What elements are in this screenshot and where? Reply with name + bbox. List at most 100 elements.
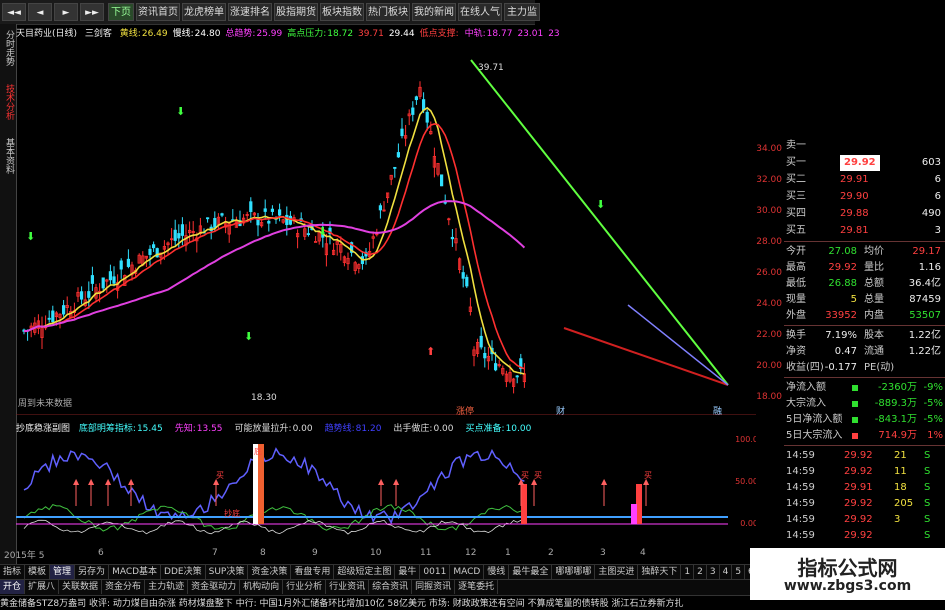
date-tick: 11 [420,548,432,558]
header-item-value: 29.44 [388,29,415,39]
quote-row: 外盘 33952 内盘 53507 [784,308,945,324]
date-tick: 4 [640,548,646,558]
quote-label: PE(动) [864,362,895,373]
candle-body [479,335,483,348]
indicator-tab-19[interactable]: 2 [694,565,707,579]
info-tab-4[interactable]: 主力轨迹 [145,580,189,594]
info-tab-5[interactable]: 资金驱动力 [188,580,241,594]
support-trendline [563,327,729,386]
date-tick: 1 [505,548,511,558]
indicator-tab-1[interactable]: 模板 [25,565,51,579]
indicator-tick: 0.00 [740,519,756,528]
indicator-tab-5[interactable]: DDE决策 [161,565,206,579]
price-tick: 24.00 [756,299,782,309]
order-qty: 6 [934,191,941,202]
nav-button-1[interactable]: ◄ [28,3,52,21]
fund-flow-row: 5日大宗流入 714.9万 1% [784,428,945,444]
buy-arrow-icon: ⬇ [318,225,327,238]
main-candlestick-chart[interactable]: 39.71 18.30 周到未来数据涨停 财 融 ⬇ ⬇ ⬇ ⬇ ⬇ ⬆ [16,40,756,415]
tab-fundamentals[interactable]: 基本资料 [1,138,14,174]
order-level-label: 卖一 [786,140,806,151]
nav-button-2[interactable]: ► [54,3,78,21]
trade-side: S [924,498,931,509]
moving-average-line [23,200,526,333]
up-arrow-icon: ▲ [643,477,650,486]
indicator-tab-16[interactable]: 主图买进 [595,565,639,579]
indicator-tab-11[interactable]: 0011 [420,565,451,579]
info-tab-0[interactable]: 开仓 [0,580,26,594]
toolbar-button-1[interactable]: 资讯首页 [136,3,180,21]
indicator-tab-13[interactable]: 慢线 [484,565,510,579]
divider [784,325,945,326]
indicator-tab-14[interactable]: 最牛最全 [509,565,553,579]
fund-flow-row: 大宗流入 -889.3万 -5% [784,396,945,412]
date-axis: 2015年 5 6 7 8 9 10 11 12 1 2 3 4 [0,548,740,561]
buy-arrow-icon: ⬇ [176,105,185,118]
header-item-value: 23 [548,29,560,39]
quote-label: 今开 [786,246,806,257]
indicator-tab-6[interactable]: SUP决策 [206,565,249,579]
indicator-item-label: 可能放量拉升: [234,424,292,434]
indicator-tab-2[interactable]: 管理 [50,565,76,579]
toolbar-button-8[interactable]: 在线人气 [458,3,502,21]
info-tab-10[interactable]: 同握资讯 [412,580,456,594]
toolbar-button-6[interactable]: 热门板块 [366,3,410,21]
info-tab-1[interactable]: 扩展八 [25,580,60,594]
info-tab-3[interactable]: 资金分布 [102,580,146,594]
indicator-tab-8[interactable]: 看盘专用 [291,565,335,579]
indicator-item-3: 趋势线:81.20 [325,424,388,434]
indicator-item-label: 趋势线: [324,424,355,434]
indicator-header: 抄底稳涨副图 底部明筹指标:15.45 先知:13.55 可能放量拉升:0.00 趋势… [16,421,756,435]
order-qty: 6 [934,174,941,185]
indicator-tab-12[interactable]: MACD [450,565,485,579]
indicator-tab-22[interactable]: 5 [732,565,746,579]
toolbar-button-7[interactable]: 我的新闻 [412,3,456,21]
indicator-tab-0[interactable]: 指标 [0,565,26,579]
indicator-tab-4[interactable]: MACD基本 [109,565,162,579]
toolbar-button-5[interactable]: 板块指数 [320,3,364,21]
price-tick: 34.00 [756,144,782,154]
indicator-tab-10[interactable]: 最牛 [395,565,421,579]
tab-technical-analysis[interactable]: 技术分析 [1,84,14,120]
header-item-label: 黄线: [119,29,141,39]
header-item-value: 26.49 [141,29,168,39]
quote-label: 量比 [864,262,884,273]
trade-qty: 11 [894,466,907,477]
up-arrow-icon: ▲ [531,477,538,486]
info-tab-9[interactable]: 综合资讯 [369,580,413,594]
tab-intraday[interactable]: 分时走势 [1,30,14,66]
order-book-row: 买一 29.92 603 [784,155,945,171]
info-tab-7[interactable]: 行业分析 [283,580,327,594]
indicator-tab-3[interactable]: 另存为 [75,565,110,579]
indicator-item-4: 出手做庄:0.00 [393,424,459,434]
indicator-tab-21[interactable]: 4 [720,565,733,579]
toolbar-button-4[interactable]: 股指期货 [274,3,318,21]
date-tick: 8 [260,548,266,558]
price-tick: 32.00 [756,175,782,185]
candle-body [249,201,253,213]
indicator-chart[interactable]: 底买抄底买买买▲ ▲ ▲ ▲ ▲ ▲ ▲ ▲ ▲ ▲ ▲100.050.000.00 [16,436,756,546]
indicator-tab-20[interactable]: 3 [707,565,720,579]
info-tab-11[interactable]: 逐笔委托 [455,580,499,594]
indicator-tab-15[interactable]: 哪哪哪哪 [552,565,596,579]
indicator-tab-9[interactable]: 超级短定主图 [334,565,396,579]
price-tick: 20.00 [756,361,782,371]
nav-button-3[interactable]: ►► [80,3,104,21]
indicator-tab-7[interactable]: 资金决策 [248,565,292,579]
nav-button-0[interactable]: ◄◄ [2,3,26,21]
indicator-name: 三剑客 [84,29,112,39]
toolbar-button-0[interactable]: 下页 [108,3,134,21]
info-tab-6[interactable]: 机构动向 [240,580,284,594]
info-tab-2[interactable]: 关联数据 [59,580,103,594]
marker-label: 财 [556,405,565,415]
fund-flow-pct: -5% [923,414,943,425]
indicator-tab-18[interactable]: 1 [681,565,695,579]
toolbar-button-9[interactable]: 主力监 [504,3,540,21]
toolbar-button-3[interactable]: 涨速排名 [228,3,272,21]
info-tab-8[interactable]: 行业资讯 [326,580,370,594]
indicator-tab-17[interactable]: 独醉天下 [638,565,682,579]
toolbar-button-2[interactable]: 龙虎榜单 [182,3,226,21]
indicator-item-value: 0.00 [433,424,454,434]
price-tick: 18.00 [756,392,782,402]
candle-body [483,352,487,359]
